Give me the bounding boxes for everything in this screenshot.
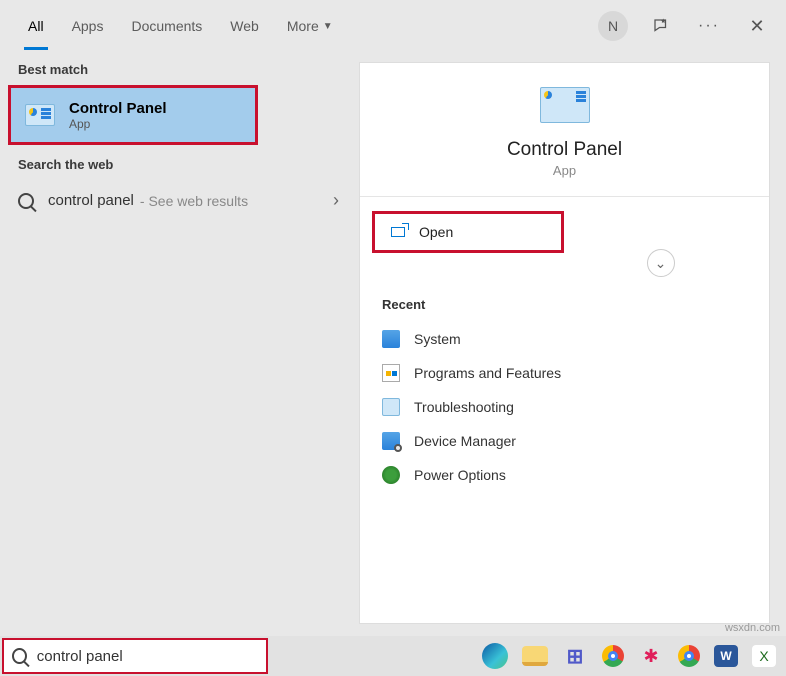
tab-label: Apps <box>72 18 104 34</box>
avatar-initial: N <box>608 18 618 34</box>
search-icon <box>12 648 27 664</box>
search-web-header: Search the web <box>4 145 359 180</box>
control-panel-icon <box>25 104 55 126</box>
taskbar-tray: ⊞ ✱ W X <box>472 643 786 669</box>
hero-subtitle: App <box>553 163 576 178</box>
recent-list: System Programs and Features Troubleshoo… <box>360 322 769 492</box>
open-action[interactable]: Open <box>372 211 564 253</box>
recent-label: Troubleshooting <box>414 399 514 415</box>
web-result-item[interactable]: control panel - See web results › <box>4 180 359 221</box>
teams-icon[interactable]: ⊞ <box>562 643 588 669</box>
taskbar: ⊞ ✱ W X <box>0 636 786 676</box>
recent-item-device-manager[interactable]: Device Manager <box>382 424 747 458</box>
chevron-right-icon: › <box>333 190 345 211</box>
excel-icon[interactable]: X <box>752 645 776 667</box>
recent-item-programs[interactable]: Programs and Features <box>382 356 747 390</box>
tab-label: Documents <box>131 18 202 34</box>
recent-item-troubleshooting[interactable]: Troubleshooting <box>382 390 747 424</box>
recent-label: Device Manager <box>414 433 516 449</box>
device-manager-icon <box>382 432 400 450</box>
header: All Apps Documents Web More ▼ N ··· ✕ <box>4 2 782 50</box>
chrome-icon[interactable] <box>602 645 624 667</box>
search-input[interactable] <box>37 648 258 665</box>
tab-label: More <box>287 18 319 34</box>
details-right: Control Panel App Open ⌄ Recent System P… <box>359 62 770 624</box>
tab-all[interactable]: All <box>14 2 58 50</box>
results-left: Best match Control Panel App Search the … <box>4 50 359 636</box>
chevron-down-icon: ▼ <box>323 21 333 32</box>
body: Best match Control Panel App Search the … <box>4 50 782 636</box>
feedback-icon[interactable] <box>646 11 676 41</box>
best-match-text: Control Panel App <box>69 100 167 131</box>
slack-icon[interactable]: ✱ <box>638 643 664 669</box>
file-explorer-icon[interactable] <box>522 646 548 666</box>
recent-item-system[interactable]: System <box>382 322 747 356</box>
best-match-subtitle: App <box>69 117 167 131</box>
tab-documents[interactable]: Documents <box>117 2 216 50</box>
best-match-item[interactable]: Control Panel App <box>8 85 258 145</box>
watermark: wsxdn.com <box>725 622 780 634</box>
chevron-down-icon: ⌄ <box>655 255 667 272</box>
best-match-header: Best match <box>4 50 359 85</box>
tab-apps[interactable]: Apps <box>58 2 118 50</box>
power-options-icon <box>382 466 400 484</box>
tab-more[interactable]: More ▼ <box>273 2 347 50</box>
tab-label: All <box>28 18 44 34</box>
web-query: control panel <box>48 192 134 209</box>
search-icon <box>18 193 34 209</box>
troubleshooting-icon <box>382 398 400 416</box>
tab-web[interactable]: Web <box>216 2 273 50</box>
control-panel-icon <box>540 87 590 123</box>
system-icon <box>382 330 400 348</box>
taskbar-search[interactable] <box>2 638 268 674</box>
hero: Control Panel App <box>360 63 769 197</box>
search-panel: All Apps Documents Web More ▼ N ··· ✕ Bes… <box>4 2 782 636</box>
user-avatar[interactable]: N <box>598 11 628 41</box>
open-icon <box>391 227 405 237</box>
tabs: All Apps Documents Web More ▼ <box>14 2 347 50</box>
expand-button[interactable]: ⌄ <box>647 249 675 277</box>
recent-header: Recent <box>360 291 769 322</box>
web-hint: - See web results <box>140 193 248 209</box>
edge-icon[interactable] <box>482 643 508 669</box>
recent-label: Programs and Features <box>414 365 561 381</box>
hero-title: Control Panel <box>507 139 622 161</box>
open-label: Open <box>419 224 453 240</box>
close-icon[interactable]: ✕ <box>742 11 772 41</box>
more-options-icon[interactable]: ··· <box>694 11 724 41</box>
header-right: N ··· ✕ <box>598 11 772 41</box>
programs-icon <box>382 364 400 382</box>
best-match-title: Control Panel <box>69 100 167 117</box>
chrome-icon[interactable] <box>678 645 700 667</box>
word-icon[interactable]: W <box>714 645 738 667</box>
recent-label: System <box>414 331 461 347</box>
recent-label: Power Options <box>414 467 506 483</box>
recent-item-power-options[interactable]: Power Options <box>382 458 747 492</box>
tab-label: Web <box>230 18 259 34</box>
